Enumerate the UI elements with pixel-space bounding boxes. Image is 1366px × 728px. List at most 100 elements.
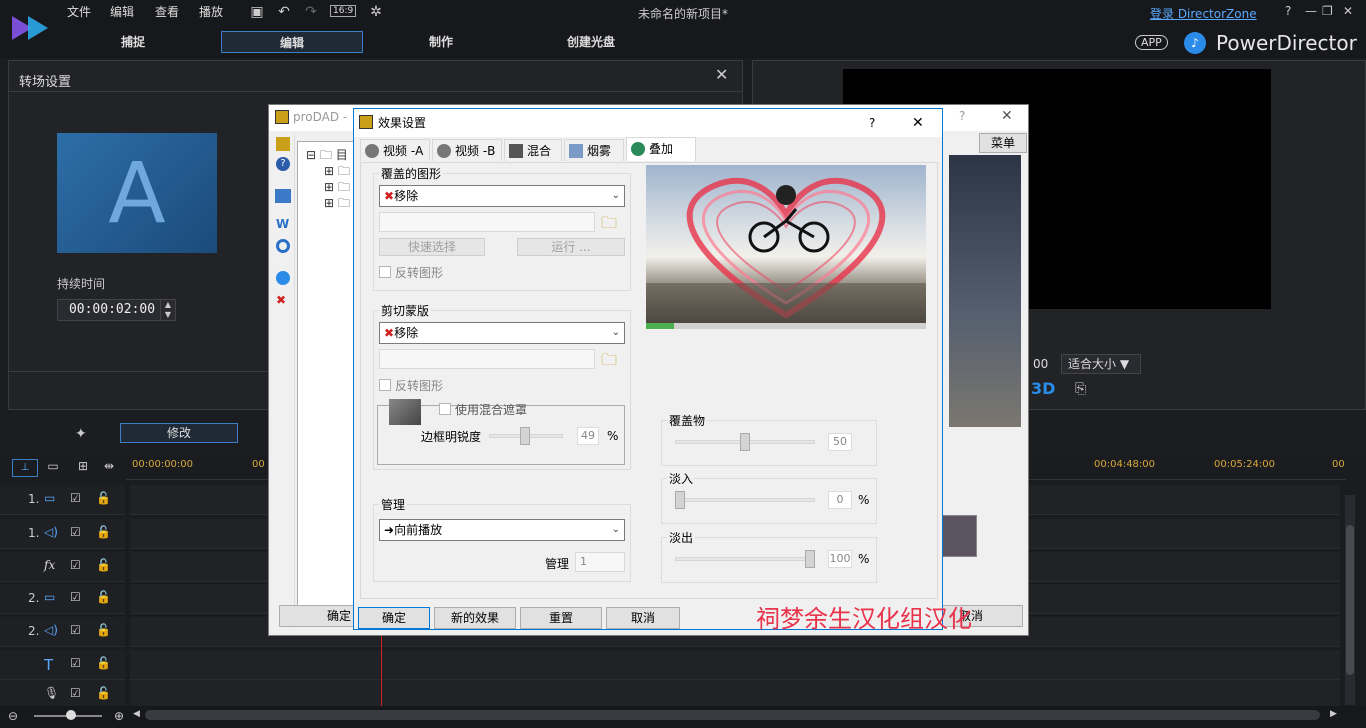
quick-select-button[interactable]: 快速选择 [379, 238, 485, 256]
track-lock-icon[interactable]: 🔓 [96, 491, 111, 505]
vertical-scrollbar[interactable] [1345, 495, 1355, 705]
close-button[interactable]: ✕ [1343, 4, 1353, 18]
monitor-icon[interactable] [275, 189, 291, 203]
login-directorzone-link[interactable]: 登录 DirectorZone [1150, 5, 1257, 22]
redo-icon[interactable]: ↷ [302, 3, 320, 21]
menu-play[interactable]: 播放 [199, 3, 223, 20]
tab-video-a[interactable]: 视频 -A [360, 139, 430, 161]
maximize-button[interactable]: ❐ [1322, 4, 1333, 18]
menu-edit[interactable]: 编辑 [110, 3, 134, 20]
app-badge[interactable]: APP [1135, 35, 1168, 50]
sphere-icon[interactable] [276, 271, 290, 285]
tab-create-disc[interactable]: 创建光盘 [520, 31, 662, 53]
menu-view[interactable]: 查看 [155, 3, 179, 20]
menu-file[interactable]: 文件 [67, 3, 91, 20]
use-blend-mask-checkbox[interactable] [439, 403, 451, 415]
track-enable-checkbox[interactable]: ☑ [70, 491, 81, 505]
track-manager-icon[interactable]: ⊞ [72, 459, 94, 477]
track-enable-checkbox[interactable]: ☑ [70, 623, 81, 637]
overlay-graphic-select[interactable]: ✖移除 ⌄ [379, 185, 625, 207]
settings-gear-icon[interactable]: ✲ [367, 3, 385, 21]
sidebar-logo-icon[interactable] [276, 137, 290, 151]
effect-help-button[interactable]: ? [869, 109, 875, 137]
fit-timeline-icon[interactable]: ⇹ [98, 459, 120, 477]
storyboard-icon[interactable]: ▭ [42, 459, 64, 477]
track-lock-icon[interactable]: 🔓 [96, 656, 111, 670]
modify-button[interactable]: 修改 [120, 423, 238, 443]
tab-video-b[interactable]: 视频 -B [432, 139, 502, 161]
delete-icon[interactable]: ✖ [276, 293, 290, 307]
tab-smoke[interactable]: 烟雾 [564, 139, 624, 161]
horizontal-scrollbar[interactable] [145, 710, 1320, 720]
track-lock-icon[interactable]: 🔓 [96, 590, 111, 604]
run-button[interactable]: 运行 ... [517, 238, 625, 256]
track-lane[interactable] [130, 650, 1340, 680]
edge-sharpness-thumb[interactable] [520, 427, 530, 445]
track-lock-icon[interactable]: 🔓 [96, 623, 111, 637]
tab-capture[interactable]: 捕捉 [62, 31, 204, 53]
tab-edit[interactable]: 编辑 [221, 31, 363, 53]
notification-bell-icon[interactable]: ♪ [1184, 32, 1206, 54]
fade-in-thumb[interactable] [675, 491, 685, 509]
edge-sharpness-value[interactable]: 49 [577, 427, 599, 445]
prodad-menu-button[interactable]: 菜单 [979, 133, 1027, 153]
prodad-tree[interactable]: ⊟ 🗀 目 ⊞ 🗀 ⊞ 🗀 ⊞ 🗀 [297, 141, 359, 606]
track-lock-icon[interactable]: 🔓 [96, 525, 111, 539]
duration-spinner[interactable]: ▲ ▼ [160, 299, 176, 321]
track-enable-checkbox[interactable]: ☑ [70, 525, 81, 539]
save-icon[interactable]: ▣ [248, 3, 266, 21]
zoom-slider-thumb[interactable] [66, 710, 76, 720]
prodad-close-icon[interactable]: ✕ [1001, 108, 1013, 124]
reset-button[interactable]: 重置 [520, 607, 602, 629]
ok-button[interactable]: 确定 [358, 607, 430, 629]
track-enable-checkbox[interactable]: ☑ [70, 590, 81, 604]
magic-tool-icon[interactable]: ✦ [75, 426, 87, 442]
invert-mask-checkbox[interactable] [379, 379, 391, 391]
minimize-button[interactable]: — [1305, 4, 1317, 18]
track-header[interactable]: T ☑ 🔓 [0, 650, 125, 680]
duration-input[interactable]: 00:00:02:00 [57, 299, 167, 321]
external-display-icon[interactable]: ⎘ [1075, 381, 1086, 397]
track-header[interactable]: 2. ▭ ☑ 🔓 [0, 584, 125, 614]
manage-value[interactable]: 1 [575, 552, 625, 572]
fade-out-thumb[interactable] [805, 550, 815, 568]
fit-size-dropdown[interactable]: 适合大小 ▼ [1061, 354, 1141, 374]
zoom-in-icon[interactable]: ⊕ [114, 709, 124, 723]
track-enable-checkbox[interactable]: ☑ [70, 656, 81, 670]
fade-in-slider[interactable] [675, 498, 815, 502]
overlay-amount-value[interactable]: 50 [828, 433, 852, 451]
folder-icon[interactable]: 🗀 [601, 212, 617, 239]
track-lock-icon[interactable]: 🔓 [96, 558, 111, 572]
effect-close-button[interactable]: ✕ [912, 109, 924, 137]
help-button[interactable]: ? [1285, 4, 1291, 18]
track-enable-checkbox[interactable]: ☑ [70, 558, 81, 572]
track-header[interactable]: 2. ◁) ☑ 🔓 [0, 617, 125, 647]
track-lock-icon[interactable]: 🔓 [96, 686, 111, 700]
preview-progress-bar[interactable] [646, 323, 926, 329]
wand-icon[interactable]: W [276, 217, 290, 231]
tab-produce[interactable]: 制作 [370, 31, 512, 53]
aspect-ratio-button[interactable]: 16:9 [330, 5, 357, 17]
clip-mask-select[interactable]: ✖移除 ⌄ [379, 322, 625, 344]
zoom-out-icon[interactable]: ⊖ [8, 709, 18, 723]
fade-in-value[interactable]: 0 [828, 491, 852, 509]
prodad-help[interactable]: ? [959, 109, 965, 123]
track-enable-checkbox[interactable]: ☑ [70, 686, 81, 700]
tab-overlay[interactable]: 叠加 [626, 137, 696, 161]
tab-blend[interactable]: 混合 [504, 139, 562, 161]
panel-close-icon[interactable]: ✕ [715, 65, 728, 84]
folder-icon[interactable]: 🗀 [601, 349, 617, 376]
track-header[interactable]: 1. ◁) ☑ 🔓 [0, 519, 125, 549]
fade-out-slider[interactable] [675, 557, 815, 561]
tree-node[interactable]: ⊞ 🗀 [324, 194, 350, 215]
undo-icon[interactable]: ↶ [275, 3, 293, 21]
track-header[interactable]: fx ☑ 🔓 [0, 552, 125, 582]
fade-out-value[interactable]: 100 [828, 550, 852, 568]
gear-icon[interactable] [276, 239, 290, 253]
manage-select[interactable]: ➜向前播放 ⌄ [379, 519, 625, 541]
track-header[interactable]: 1. ▭ ☑ 🔓 [0, 485, 125, 515]
3d-mode-button[interactable]: 3D [1031, 379, 1055, 398]
effect-thumbnail[interactable] [939, 515, 977, 557]
new-effect-button[interactable]: 新的效果 [434, 607, 516, 629]
cancel-button[interactable]: 取消 [606, 607, 680, 629]
